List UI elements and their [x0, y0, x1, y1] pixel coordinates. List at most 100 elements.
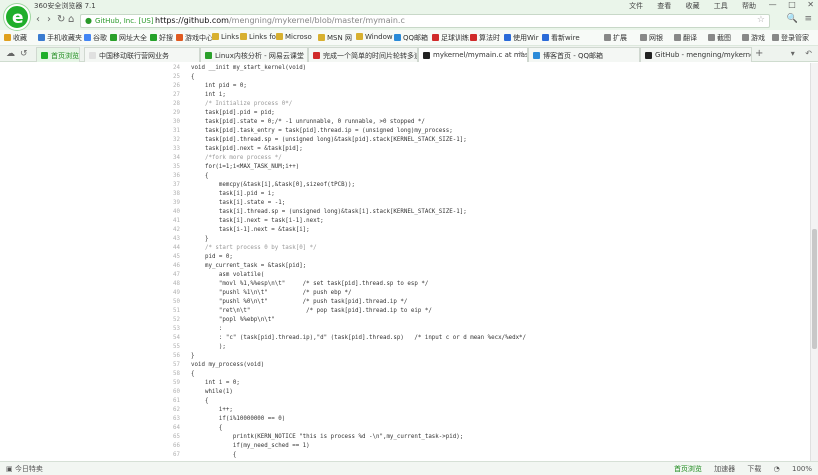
login-manager-button[interactable]: 登录管家 — [772, 33, 809, 43]
zoom-level[interactable]: 100% — [792, 465, 812, 473]
line-number[interactable]: 64 — [160, 425, 180, 431]
cloud-icon[interactable]: ☁ — [6, 49, 15, 59]
line-number[interactable]: 57 — [160, 362, 180, 368]
bookmark-item[interactable]: 看新wire — [542, 33, 580, 43]
line-number[interactable]: 66 — [160, 443, 180, 449]
tab-github-mykernel[interactable]: GitHub - mengning/mykerne — [640, 47, 752, 62]
line-number[interactable]: 48 — [160, 281, 180, 287]
menu-tools[interactable]: 工具 — [714, 2, 728, 10]
line-number[interactable]: 56 — [160, 353, 180, 359]
line-number[interactable]: 40 — [160, 209, 180, 215]
line-number[interactable]: 31 — [160, 128, 180, 134]
screenshot-button[interactable]: 截图 — [708, 33, 731, 43]
bookmark-item[interactable]: 手机收藏夹 — [38, 33, 82, 43]
line-number[interactable]: 54 — [160, 335, 180, 341]
line-number[interactable]: 24 — [160, 65, 180, 71]
games-button[interactable]: 游戏 — [742, 33, 765, 43]
menu-icon[interactable]: ≡ — [804, 14, 812, 24]
line-number[interactable]: 65 — [160, 434, 180, 440]
bookmark-item[interactable]: Links — [212, 33, 239, 41]
tab-home[interactable]: 首页浏览 — [36, 47, 80, 62]
bookmark-item[interactable]: 好搜 — [150, 33, 173, 43]
address-bar[interactable]: ● GitHub, Inc. [US] https://github.com/m… — [80, 14, 770, 28]
bookmark-item[interactable]: Microso — [276, 33, 312, 41]
bookmark-item[interactable]: Window — [356, 33, 393, 41]
bookmark-item[interactable]: 收藏 — [4, 33, 27, 43]
menu-file[interactable]: 文件 — [629, 2, 643, 10]
line-number[interactable]: 43 — [160, 236, 180, 242]
search-icon[interactable]: 🔍 — [787, 14, 798, 24]
tab-mymain[interactable]: mykernel/mymain.c at mast ✕ — [418, 47, 528, 62]
refresh-icon[interactable]: ↻ — [57, 14, 65, 25]
line-number[interactable]: 50 — [160, 299, 180, 305]
bookmark-star-icon[interactable]: ☆ — [757, 15, 765, 25]
download-button[interactable]: 下载 — [747, 465, 761, 473]
history-icon[interactable]: ↺ — [20, 49, 28, 59]
line-number[interactable]: 67 — [160, 452, 180, 458]
bookmark-item[interactable]: Links for — [240, 33, 279, 41]
line-number[interactable]: 63 — [160, 416, 180, 422]
home-browse-status[interactable]: 首页浏览 — [674, 465, 702, 473]
accelerator-button[interactable]: 加速器 — [714, 465, 735, 473]
forward-icon[interactable]: › — [47, 14, 51, 25]
line-number[interactable]: 59 — [160, 380, 180, 386]
line-number[interactable]: 35 — [160, 164, 180, 170]
line-number[interactable]: 39 — [160, 200, 180, 206]
line-number[interactable]: 58 — [160, 371, 180, 377]
line-number[interactable]: 30 — [160, 119, 180, 125]
bookmark-item[interactable]: 游戏中心 — [176, 33, 213, 43]
line-number[interactable]: 29 — [160, 110, 180, 116]
menu-view[interactable]: 查看 — [657, 2, 671, 10]
line-number[interactable]: 49 — [160, 290, 180, 296]
bookmark-item[interactable]: 谷歌 — [84, 33, 107, 43]
tab-list-icon[interactable]: ▾ — [791, 49, 795, 58]
tab-china-mobile[interactable]: 中国移动联行营网业务 — [84, 47, 200, 62]
line-number[interactable]: 38 — [160, 191, 180, 197]
bookmark-item[interactable]: 使用Wir — [504, 33, 539, 43]
line-number[interactable]: 61 — [160, 398, 180, 404]
tab-linux-course[interactable]: Linux内核分析 - 网易云课堂 — [200, 47, 308, 62]
line-number[interactable]: 42 — [160, 227, 180, 233]
line-number[interactable]: 44 — [160, 245, 180, 251]
browser-logo-icon[interactable]: e — [4, 4, 30, 30]
minimize-icon[interactable]: — — [769, 0, 777, 9]
line-number[interactable]: 45 — [160, 254, 180, 260]
line-number[interactable]: 25 — [160, 74, 180, 80]
line-number[interactable]: 55 — [160, 344, 180, 350]
tab-qq-mail[interactable]: 博客首页 - QQ邮箱 — [528, 47, 640, 62]
line-number[interactable]: 37 — [160, 182, 180, 188]
menu-favorites[interactable]: 收藏 — [686, 2, 700, 10]
new-tab-button[interactable]: + — [755, 48, 763, 59]
line-number[interactable]: 33 — [160, 146, 180, 152]
netbank-button[interactable]: 网银 — [640, 33, 663, 43]
certificate-label[interactable]: GitHub, Inc. [US] — [95, 17, 154, 25]
line-number[interactable]: 47 — [160, 272, 180, 278]
line-number[interactable]: 28 — [160, 101, 180, 107]
line-number[interactable]: 27 — [160, 92, 180, 98]
back-icon[interactable]: ‹ — [36, 14, 40, 25]
restore-tab-icon[interactable]: ↶ — [805, 49, 812, 58]
menu-help[interactable]: 帮助 — [742, 2, 756, 10]
close-icon[interactable]: ✕ — [807, 0, 814, 9]
maximize-icon[interactable]: □ — [788, 0, 796, 9]
bookmark-item[interactable]: 足球训练 — [432, 33, 469, 43]
sound-icon[interactable]: ◔ — [774, 465, 780, 473]
line-number[interactable]: 34 — [160, 155, 180, 161]
line-number[interactable]: 62 — [160, 407, 180, 413]
line-number[interactable]: 32 — [160, 137, 180, 143]
extensions-button[interactable]: 扩展 — [604, 33, 627, 43]
line-number[interactable]: 41 — [160, 218, 180, 224]
tab-close-icon[interactable]: ✕ — [518, 50, 524, 58]
translate-button[interactable]: 翻译 — [674, 33, 697, 43]
url-text[interactable]: https://github.com/mengning/mykernel/blo… — [155, 16, 405, 25]
line-number[interactable]: 53 — [160, 326, 180, 332]
bookmark-item[interactable]: 算法时 — [470, 33, 500, 43]
bookmark-item[interactable]: QQ邮箱 — [394, 33, 428, 43]
line-number[interactable]: 60 — [160, 389, 180, 395]
daily-deals-link[interactable]: ▣ 今日特卖 — [6, 464, 43, 474]
line-number[interactable]: 52 — [160, 317, 180, 323]
line-number[interactable]: 36 — [160, 173, 180, 179]
line-number[interactable]: 26 — [160, 83, 180, 89]
tab-time-slice[interactable]: 完成一个简单的时间片轮转多道 — [308, 47, 418, 62]
line-number[interactable]: 46 — [160, 263, 180, 269]
